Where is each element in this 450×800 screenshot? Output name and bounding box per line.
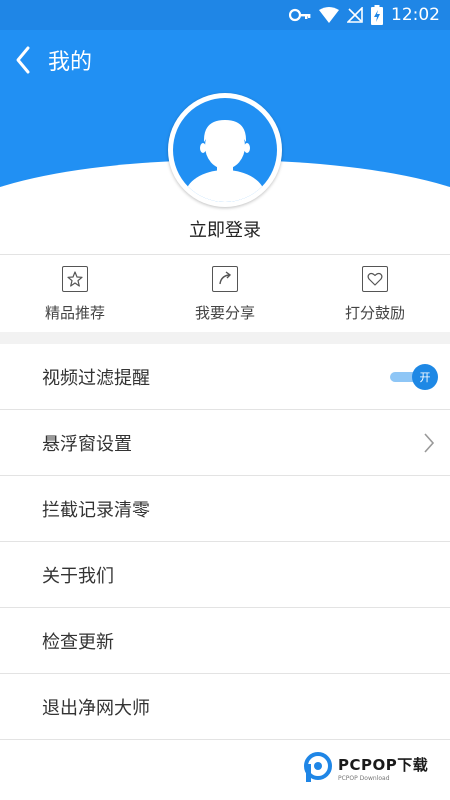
avatar[interactable]	[168, 93, 282, 207]
menu-item-check-update[interactable]: 检查更新	[0, 608, 450, 674]
back-button[interactable]	[10, 42, 38, 78]
action-label: 我要分享	[194, 304, 255, 322]
menu-item-clear-records[interactable]: 拦截记录清零	[0, 476, 450, 542]
pcpop-logo-icon	[304, 752, 332, 782]
divider	[0, 254, 450, 255]
page-title: 我的	[48, 50, 93, 75]
avatar-image	[173, 98, 277, 202]
action-label: 打分鼓励	[344, 304, 405, 322]
menu-item-label: 悬浮窗设置	[42, 433, 132, 455]
menu-item-video-filter[interactable]: 视频过滤提醒 开	[0, 344, 450, 410]
quick-actions: 精品推荐 我要分享 打分鼓励	[0, 256, 450, 332]
action-share[interactable]: 我要分享	[150, 256, 300, 332]
heart-icon	[362, 266, 388, 292]
section-gap	[0, 332, 450, 344]
battery-charging-icon	[371, 5, 383, 25]
action-rate[interactable]: 打分鼓励	[300, 256, 450, 332]
watermark-sub: PCPOP Download	[338, 775, 390, 782]
watermark: PCPOP下载 PCPOP Download	[302, 748, 444, 788]
menu-item-label: 关于我们	[42, 565, 114, 587]
wifi-icon	[319, 7, 339, 23]
video-filter-toggle[interactable]: 开	[390, 363, 438, 390]
no-signal-icon	[347, 7, 363, 23]
menu-item-about[interactable]: 关于我们	[0, 542, 450, 608]
menu-item-exit[interactable]: 退出净网大师	[0, 674, 450, 740]
status-time: 12:02	[391, 5, 440, 25]
star-icon	[62, 266, 88, 292]
action-recommend[interactable]: 精品推荐	[0, 256, 150, 332]
status-icons: 12:02	[289, 0, 440, 30]
chevron-left-icon	[16, 46, 30, 74]
watermark-main: PCPOP下载	[338, 756, 429, 774]
status-bar: 12:02	[0, 0, 450, 30]
watermark-text: PCPOP下载 PCPOP Download	[338, 754, 428, 782]
toggle-knob: 开	[412, 363, 438, 390]
chevron-right-icon	[424, 432, 435, 453]
menu-item-label: 检查更新	[42, 631, 114, 653]
menu-item-label: 视频过滤提醒	[42, 367, 150, 389]
login-link[interactable]: 立即登录	[0, 216, 450, 242]
settings-menu: 视频过滤提醒 开 悬浮窗设置 拦截记录清零 关于我们 检查更新 退出净网大师	[0, 344, 450, 740]
action-label: 精品推荐	[44, 304, 105, 322]
menu-item-label: 退出净网大师	[42, 697, 150, 719]
key-icon	[289, 8, 311, 22]
user-silhouette-icon	[185, 120, 265, 202]
menu-item-label: 拦截记录清零	[42, 499, 150, 521]
share-icon	[212, 266, 238, 292]
menu-item-floating-window[interactable]: 悬浮窗设置	[0, 410, 450, 476]
